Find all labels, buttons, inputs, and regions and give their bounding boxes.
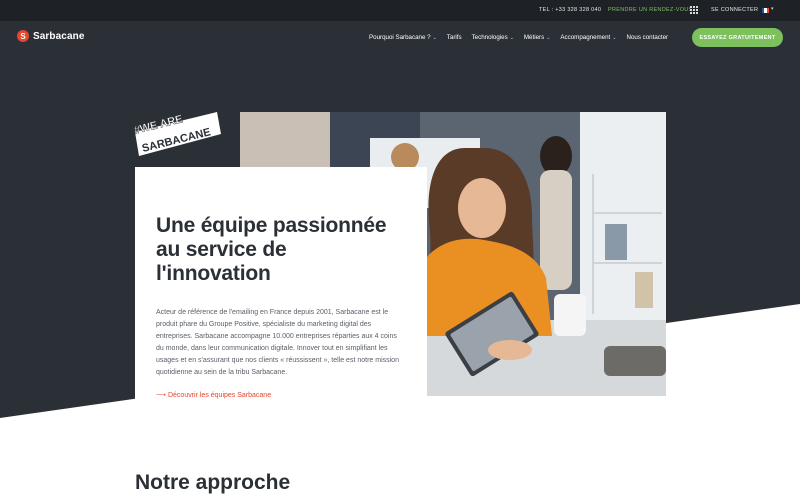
main-nav: Pourquoi Sarbacane ? ⌄ Tarifs Technologie… (369, 34, 678, 41)
chevron-down-icon[interactable]: ▾ (771, 6, 774, 12)
chevron-down-icon: ⌄ (612, 34, 617, 41)
chevron-down-icon: ⌄ (432, 34, 437, 41)
nav-label: Nous contacter (626, 34, 669, 41)
nav-label: Tarifs (446, 34, 462, 41)
nav-item-metiers[interactable]: Métiers ⌄ (524, 34, 551, 41)
phone-number[interactable]: TEL : +33 328 328 040 (539, 7, 601, 13)
nav-label: Métiers (523, 34, 545, 41)
we-are-sarbacane-badge: #WE ARE SARBACANE (133, 112, 221, 156)
nav-item-accompagnement[interactable]: Accompagnement ⌄ (560, 34, 616, 41)
grid-icon[interactable] (690, 6, 698, 14)
hero-title: Une équipe passionnée au service de l'in… (156, 214, 387, 285)
nav-item-tarifs[interactable]: Tarifs (447, 34, 462, 41)
chevron-down-icon: ⌄ (509, 34, 514, 41)
discover-teams-link[interactable]: ⟶ Découvrir les équipes Sarbacane (156, 391, 271, 399)
hero-card: Une équipe passionnée au service de l'in… (135, 167, 427, 429)
brand-logo[interactable]: S Sarbacane (17, 30, 85, 42)
login-link[interactable]: SE CONNECTER (711, 7, 758, 13)
brand-name: Sarbacane (33, 30, 85, 42)
nav-item-contact[interactable]: Nous contacter (626, 34, 668, 41)
nav-label: Technologies (471, 34, 508, 41)
chevron-down-icon: ⌄ (546, 34, 551, 41)
nav-item-technologies[interactable]: Technologies ⌄ (472, 34, 514, 41)
main-header: S Sarbacane Pourquoi Sarbacane ? ⌄ Tarifs… (0, 21, 800, 52)
logo-icon: S (17, 30, 29, 42)
nav-label: Accompagnement (560, 34, 611, 41)
section-title: Notre approche (135, 471, 291, 494)
nav-item-pourquoi[interactable]: Pourquoi Sarbacane ? ⌄ (369, 34, 437, 41)
free-trial-button[interactable]: ESSAYEZ GRATUITEMENT (692, 28, 783, 47)
nav-label: Pourquoi Sarbacane ? (369, 34, 431, 41)
appointment-link[interactable]: PRENDRE UN RENDEZ-VOUS (608, 7, 693, 13)
french-flag-icon[interactable] (762, 8, 769, 13)
hero-description: Acteur de référence de l'emailing en Fra… (156, 309, 399, 376)
top-bar: TEL : +33 328 328 040 PRENDRE UN RENDEZ-… (0, 0, 800, 21)
